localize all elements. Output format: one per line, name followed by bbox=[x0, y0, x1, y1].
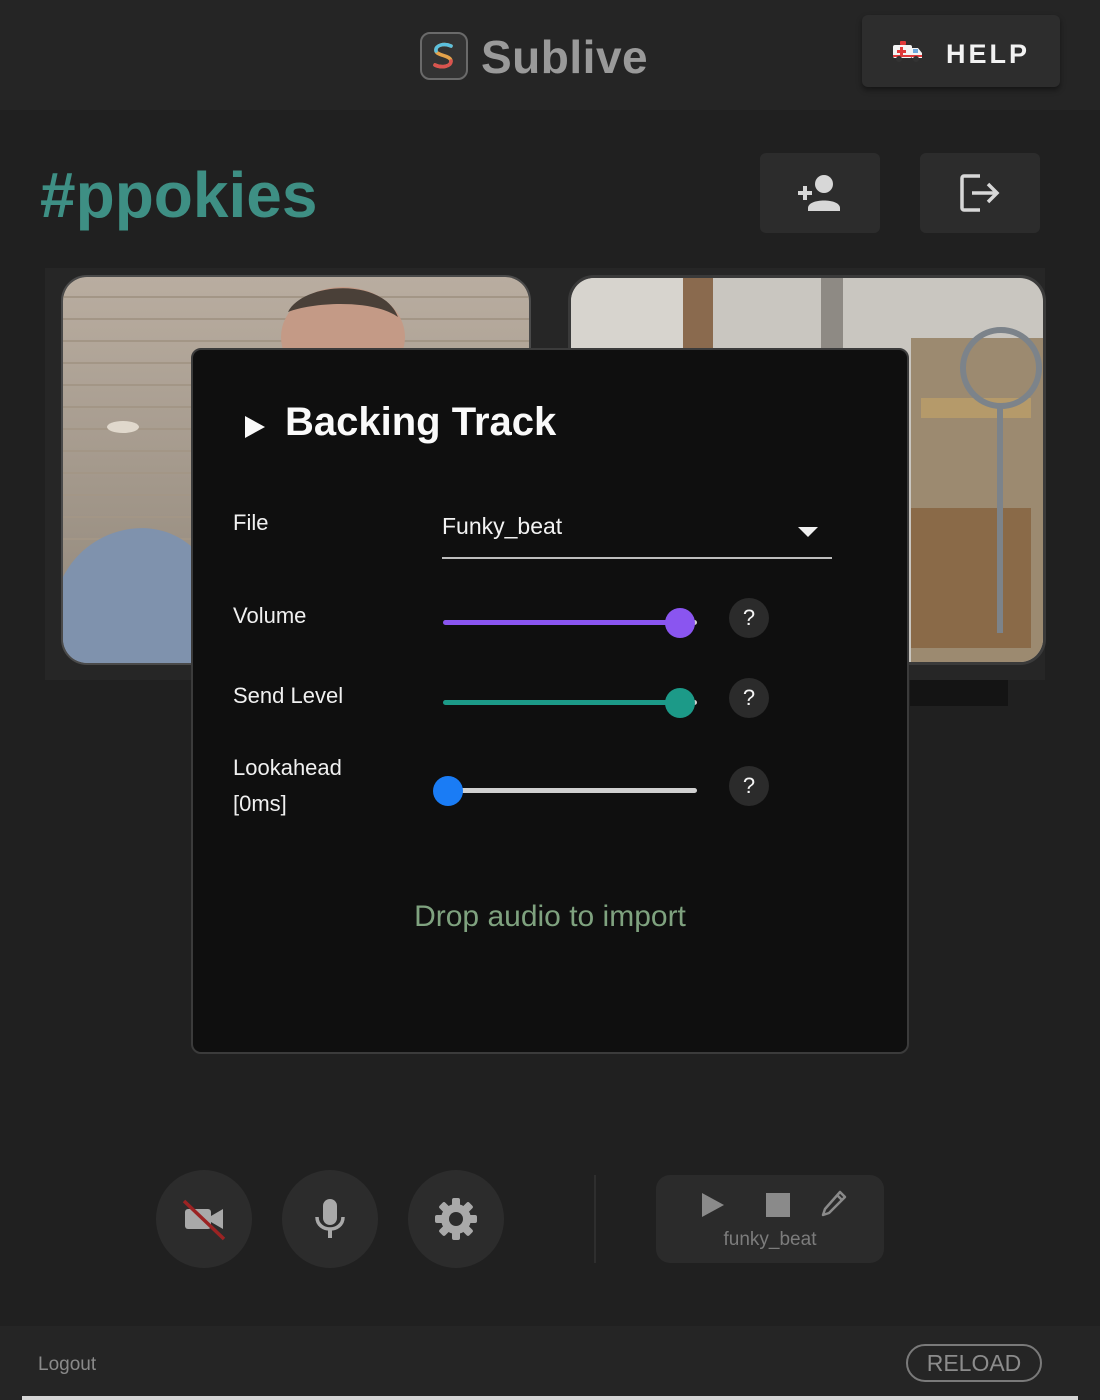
help-button[interactable]: HELP bbox=[862, 15, 1060, 87]
camera-toggle-button[interactable] bbox=[156, 1170, 252, 1268]
microphone-button[interactable] bbox=[282, 1170, 378, 1268]
settings-button[interactable] bbox=[408, 1170, 504, 1268]
add-user-icon bbox=[798, 175, 840, 211]
volume-slider[interactable] bbox=[443, 608, 697, 638]
camera-off-icon bbox=[182, 1199, 226, 1241]
volume-track bbox=[443, 620, 697, 625]
play-icon[interactable] bbox=[700, 1191, 726, 1224]
footer-divider bbox=[22, 1396, 1078, 1400]
controls-divider bbox=[594, 1175, 596, 1263]
gear-icon bbox=[435, 1198, 477, 1240]
send-level-slider[interactable] bbox=[443, 688, 697, 718]
lookahead-label: Lookahead bbox=[233, 755, 342, 780]
volume-help-button[interactable]: ? bbox=[729, 598, 769, 638]
microphone-icon bbox=[315, 1199, 345, 1238]
chevron-down-icon bbox=[798, 527, 818, 537]
invite-user-button[interactable] bbox=[760, 153, 880, 233]
logout-link[interactable]: Logout bbox=[38, 1354, 96, 1376]
backing-track-dialog: Backing Track File Funky_beat Volume ? S… bbox=[191, 348, 909, 1054]
file-select[interactable]: Funky_beat bbox=[442, 505, 832, 559]
play-icon[interactable] bbox=[243, 414, 267, 445]
lookahead-track bbox=[443, 788, 697, 793]
lookahead-slider[interactable] bbox=[433, 776, 697, 806]
pencil-icon[interactable] bbox=[820, 1189, 848, 1224]
file-label: File bbox=[233, 510, 269, 535]
exit-icon bbox=[960, 174, 1000, 212]
stop-icon[interactable] bbox=[766, 1193, 790, 1217]
volume-thumb[interactable] bbox=[664, 608, 695, 638]
lookahead-thumb[interactable] bbox=[433, 776, 463, 806]
volume-label: Volume bbox=[233, 603, 307, 628]
reload-button[interactable]: RELOAD bbox=[906, 1344, 1042, 1382]
file-select-value: Funky_beat bbox=[442, 513, 563, 539]
leave-room-button[interactable] bbox=[920, 153, 1040, 233]
help-label: HELP bbox=[946, 39, 1031, 69]
drop-audio-hint[interactable]: Drop audio to import bbox=[193, 900, 907, 934]
sublive-logo-icon bbox=[420, 32, 468, 80]
dialog-title: Backing Track bbox=[285, 400, 557, 444]
lookahead-help-button[interactable]: ? bbox=[729, 766, 769, 806]
send-level-track bbox=[443, 700, 697, 705]
lookahead-value-label: [0ms] bbox=[233, 791, 287, 816]
send-level-thumb[interactable] bbox=[664, 688, 695, 718]
player-track-name: funky_beat bbox=[723, 1229, 817, 1250]
app-title: Sublive bbox=[481, 31, 649, 83]
video-caption-bar bbox=[910, 680, 1008, 706]
ambulance-icon bbox=[892, 39, 924, 68]
backing-track-player: funky_beat bbox=[656, 1175, 884, 1263]
channel-title: #ppokies bbox=[40, 159, 318, 231]
send-level-help-button[interactable]: ? bbox=[729, 678, 769, 718]
send-level-label: Send Level bbox=[233, 683, 344, 708]
